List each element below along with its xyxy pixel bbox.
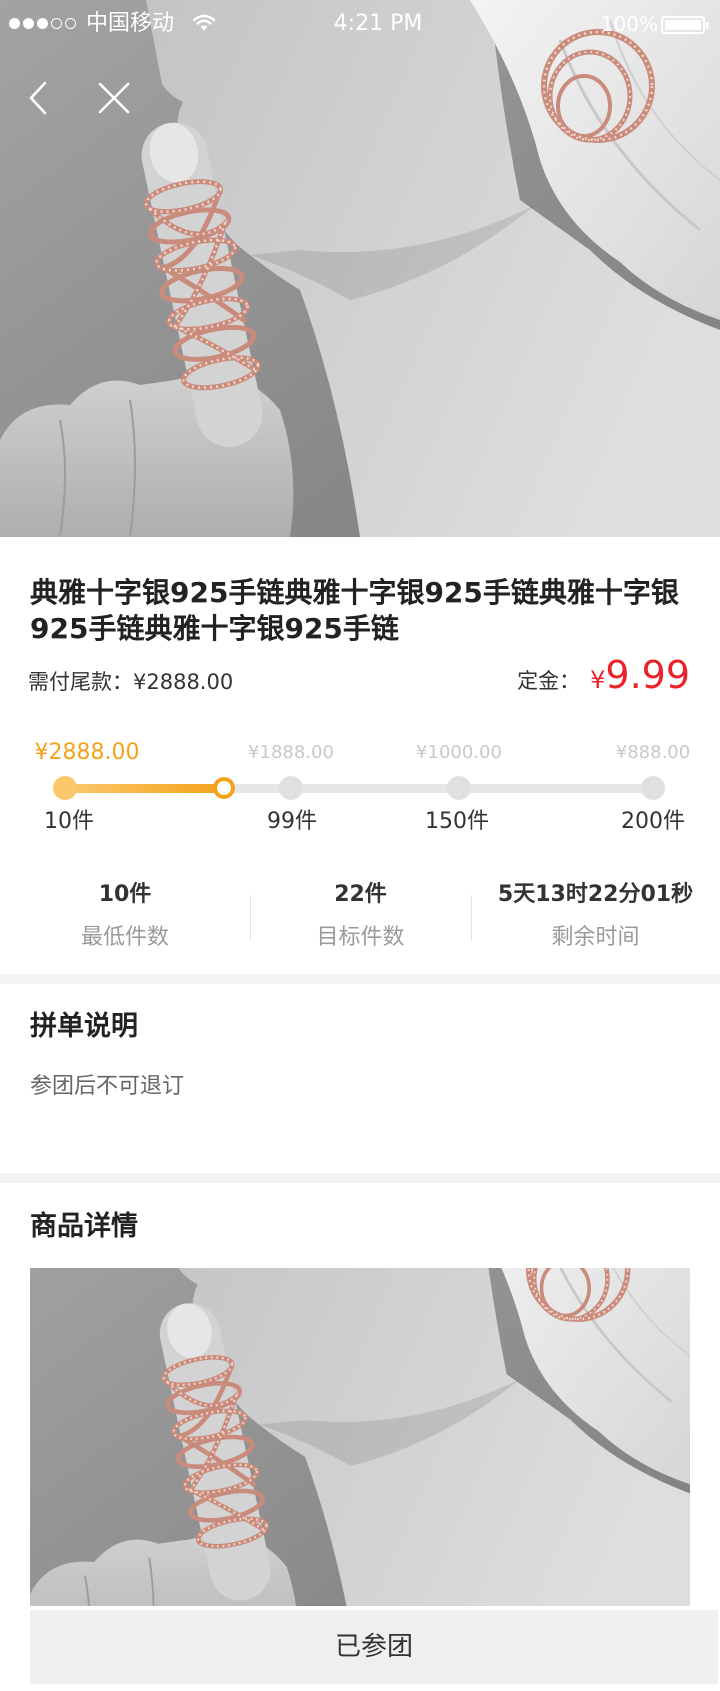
signal-dot [23, 18, 34, 29]
deposit: 定金： ¥ 9.99 [517, 652, 690, 702]
signal-dot [9, 18, 20, 29]
stat-value: 5天13时22分01秒 [497, 882, 694, 907]
balance-due: 需付尾款：¥2888.00 [28, 666, 233, 698]
signal-strength-icon [9, 18, 76, 29]
group-notes-text: 参团后不可退订 [30, 1074, 185, 1099]
signal-dot [37, 18, 48, 29]
stat-target-quantity: 22件 目标件数 [250, 880, 471, 956]
tier-price: ¥2888.00 [34, 740, 140, 765]
stat-value: 22件 [334, 882, 387, 907]
joined-button[interactable]: 已参团 [30, 1610, 718, 1684]
battery-level [665, 20, 701, 30]
stat-divider [471, 895, 472, 941]
back-button[interactable] [26, 80, 52, 116]
section-divider [0, 1173, 720, 1183]
carrier-name: 中国移动 [86, 11, 175, 36]
battery-percentage: 100% [600, 12, 658, 36]
deposit-label: 定金： [517, 669, 581, 693]
tier-quantity: 150件 [425, 809, 489, 834]
group-progress-fill [65, 784, 224, 793]
clock: 4:21 PM [333, 11, 423, 36]
signal-dot [51, 18, 62, 29]
product-title: 典雅十字银925手链典雅十字银925手链典雅十字银925手链典雅十字银925手链 [30, 576, 679, 645]
tier-quantity: 10件 [44, 809, 94, 834]
stat-min-quantity: 10件 最低件数 [0, 880, 250, 956]
wifi-icon [192, 13, 216, 33]
tier-price: ¥1000.00 [416, 742, 502, 763]
tier-dot [53, 776, 77, 800]
progress-marker [212, 777, 235, 799]
close-icon [98, 82, 130, 114]
stat-label: 最低件数 [80, 925, 169, 950]
tier-quantity: 200件 [621, 809, 685, 834]
balance-label: 需付尾款： [28, 670, 133, 694]
status-bar: 中国移动 4:21 PM 100% [0, 0, 720, 48]
tier-quantity: 99件 [267, 809, 317, 834]
detail-photo [30, 1268, 690, 1606]
product-details-heading: 商品详情 [30, 1211, 138, 1242]
section-divider [0, 974, 720, 984]
tier-price: ¥888.00 [615, 742, 691, 763]
group-notes-heading: 拼单说明 [30, 1011, 138, 1042]
deposit-amount: 9.99 [605, 653, 690, 697]
stat-value: 10件 [98, 882, 152, 907]
battery-icon [661, 16, 709, 34]
deposit-currency: ¥ [590, 666, 606, 694]
tier-dot [641, 776, 665, 800]
product-detail-image [30, 1268, 690, 1606]
signal-dot [65, 18, 76, 29]
tier-price: ¥1888.00 [248, 742, 334, 763]
balance-amount: ¥2888.00 [133, 670, 234, 694]
tier-dot [279, 776, 303, 800]
stat-label: 剩余时间 [551, 925, 640, 950]
group-progress-track [65, 784, 653, 793]
stat-divider [250, 895, 251, 941]
tier-dot [447, 776, 471, 800]
chevron-left-icon [29, 81, 47, 115]
stat-time-remaining: 5天13时22分01秒 剩余时间 [471, 880, 720, 956]
stat-label: 目标件数 [316, 925, 405, 950]
close-button[interactable] [96, 80, 132, 116]
